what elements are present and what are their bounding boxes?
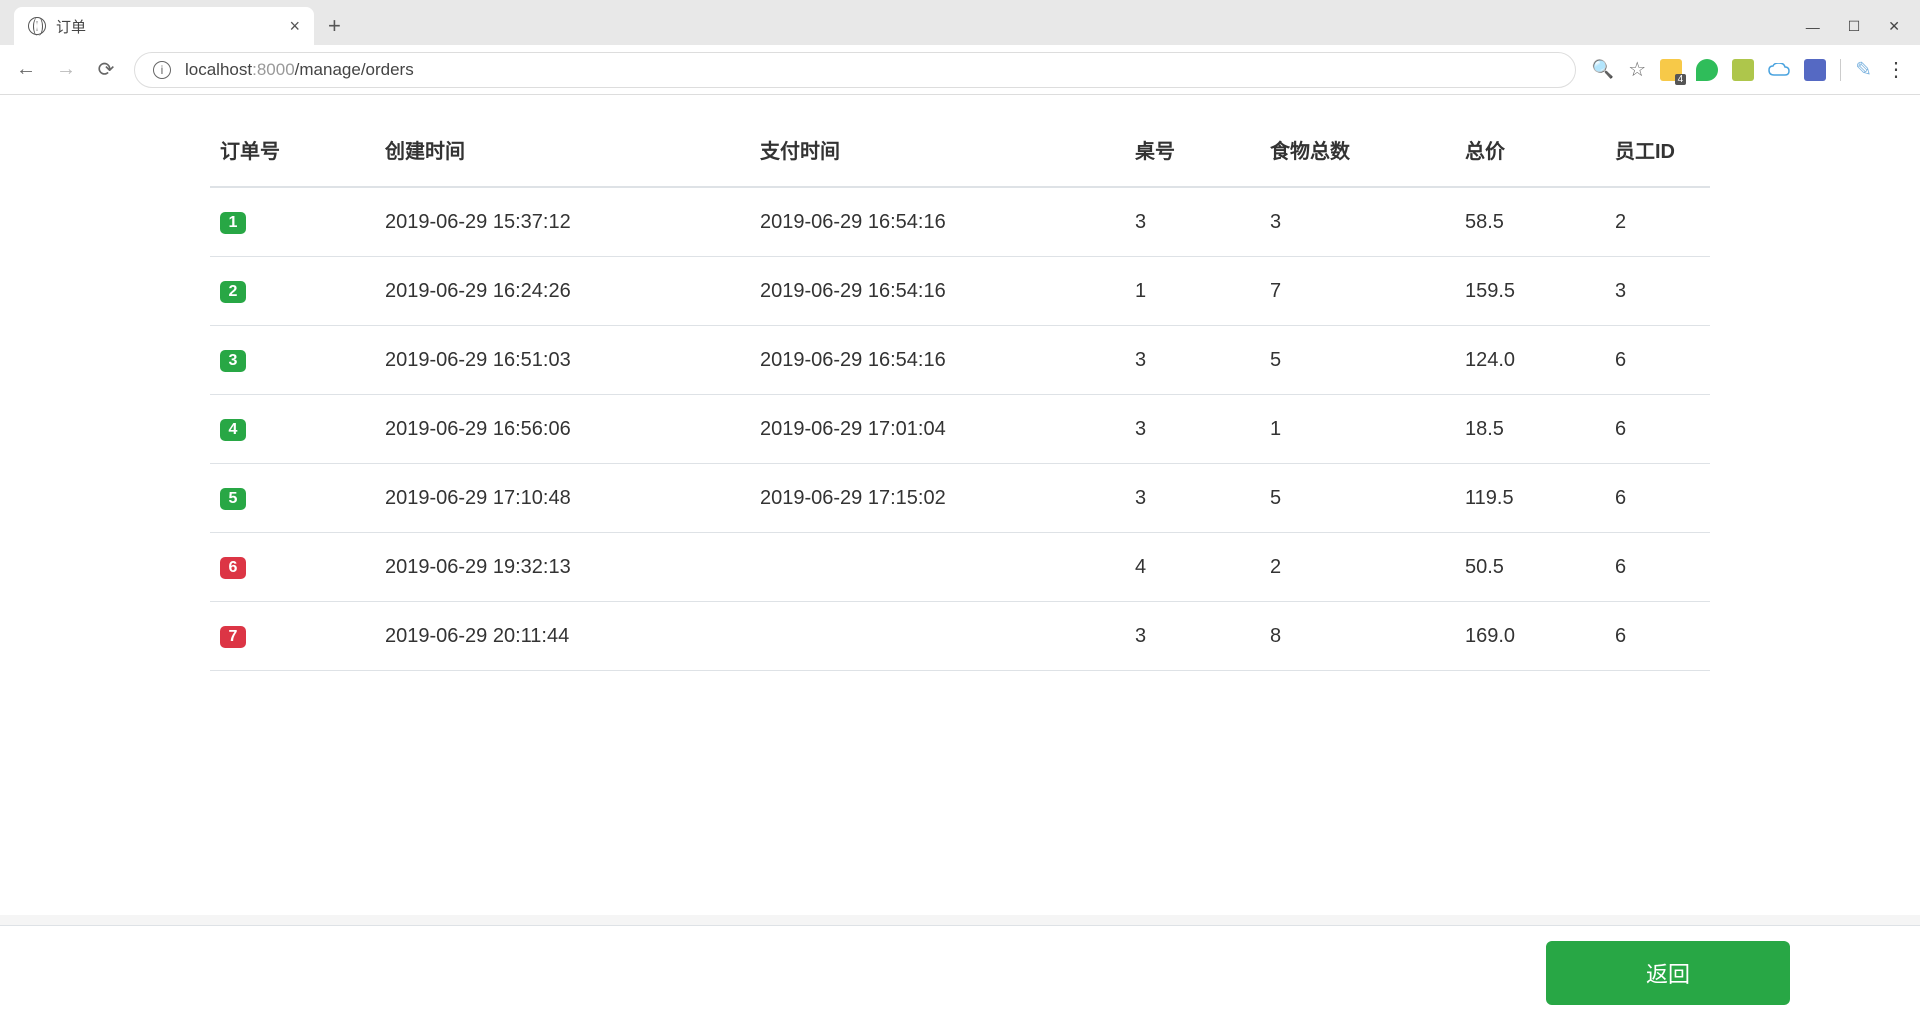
cell-food-total: 5 bbox=[1260, 464, 1455, 533]
cell-food-total: 7 bbox=[1260, 257, 1455, 326]
order-id-badge: 4 bbox=[220, 419, 246, 441]
table-row[interactable]: 12019-06-29 15:37:122019-06-29 16:54:163… bbox=[210, 187, 1710, 257]
table-row[interactable]: 5 2019-06-29 17:10:482019-06-29 17:15:023… bbox=[210, 464, 1710, 533]
cell-created: 2019-06-29 16:24:26 bbox=[375, 257, 750, 326]
browser-tab[interactable]: 订单 × bbox=[14, 7, 314, 45]
back-button[interactable]: ← bbox=[14, 58, 38, 81]
browser-toolbar: ← → ⟳ i localhost:8000/manage/orders 🔍 ☆… bbox=[0, 45, 1920, 95]
cell-price: 124.0 bbox=[1455, 326, 1605, 395]
extension-translate-icon[interactable]: 4 bbox=[1660, 59, 1682, 81]
table-row[interactable]: 7 2019-06-29 20:11:44 38169.06 bbox=[210, 602, 1710, 671]
order-id-badge: 1 bbox=[220, 212, 246, 234]
order-id-badge: 5 bbox=[220, 488, 246, 510]
cell-paid: 2019-06-29 16:54:16 bbox=[750, 257, 1125, 326]
window-close-icon[interactable]: ✕ bbox=[1888, 18, 1900, 35]
col-header-paid: 支付时间 bbox=[750, 113, 1125, 187]
order-id-badge: 2 bbox=[220, 281, 246, 303]
cell-paid: 2019-06-29 16:54:16 bbox=[750, 187, 1125, 257]
extension-evernote-icon[interactable] bbox=[1696, 59, 1718, 81]
cell-price: 58.5 bbox=[1455, 187, 1605, 257]
toolbar-right: 🔍 ☆ 4 ✎ ⋮ bbox=[1592, 57, 1906, 82]
extension-cloud-icon[interactable] bbox=[1768, 59, 1790, 81]
order-id-badge: 3 bbox=[220, 350, 246, 372]
cell-paid: 2019-06-29 17:15:02 bbox=[750, 464, 1125, 533]
forward-button[interactable]: → bbox=[54, 58, 78, 81]
page-content: 订单号 创建时间 支付时间 桌号 食物总数 总价 员工ID 12019-06-2… bbox=[0, 95, 1920, 915]
url-text: localhost:8000/manage/orders bbox=[185, 60, 414, 80]
footer-bar: 返回 bbox=[0, 925, 1920, 1020]
cell-food-total: 2 bbox=[1260, 533, 1455, 602]
col-header-employee: 员工ID bbox=[1605, 113, 1710, 187]
cell-price: 18.5 bbox=[1455, 395, 1605, 464]
table-row[interactable]: 4 2019-06-29 16:56:062019-06-29 17:01:043… bbox=[210, 395, 1710, 464]
col-header-table-no: 桌号 bbox=[1125, 113, 1260, 187]
cell-paid: 2019-06-29 17:01:04 bbox=[750, 395, 1125, 464]
order-id-badge: 7 bbox=[220, 626, 246, 648]
extension-blue-icon[interactable] bbox=[1804, 59, 1826, 81]
cell-table-no: 1 bbox=[1125, 257, 1260, 326]
browser-menu-icon[interactable]: ⋮ bbox=[1886, 57, 1906, 82]
close-tab-icon[interactable]: × bbox=[289, 16, 300, 37]
tab-title: 订单 bbox=[56, 16, 279, 37]
cell-table-no: 3 bbox=[1125, 187, 1260, 257]
col-header-food-total: 食物总数 bbox=[1260, 113, 1455, 187]
cell-employee: 2 bbox=[1605, 187, 1710, 257]
cell-food-total: 1 bbox=[1260, 395, 1455, 464]
cell-table-no: 3 bbox=[1125, 395, 1260, 464]
cell-food-total: 5 bbox=[1260, 326, 1455, 395]
table-row[interactable]: 32019-06-29 16:51:032019-06-29 16:54:163… bbox=[210, 326, 1710, 395]
order-id-badge: 6 bbox=[220, 557, 246, 579]
cell-created: 2019-06-29 17:10:48 bbox=[375, 464, 750, 533]
cell-price: 169.0 bbox=[1455, 602, 1605, 671]
col-header-created: 创建时间 bbox=[375, 113, 750, 187]
window-minimize-icon[interactable]: — bbox=[1806, 19, 1820, 35]
cell-created: 2019-06-29 16:51:03 bbox=[375, 326, 750, 395]
address-bar[interactable]: i localhost:8000/manage/orders bbox=[134, 52, 1576, 88]
cell-price: 159.5 bbox=[1455, 257, 1605, 326]
zoom-icon[interactable]: 🔍 bbox=[1592, 59, 1614, 80]
cell-paid bbox=[750, 602, 1125, 671]
cell-created: 2019-06-29 16:56:06 bbox=[375, 395, 750, 464]
table-header-row: 订单号 创建时间 支付时间 桌号 食物总数 总价 员工ID bbox=[210, 113, 1710, 187]
cell-employee: 3 bbox=[1605, 257, 1710, 326]
orders-table: 订单号 创建时间 支付时间 桌号 食物总数 总价 员工ID 12019-06-2… bbox=[210, 113, 1710, 671]
cell-employee: 6 bbox=[1605, 602, 1710, 671]
return-button[interactable]: 返回 bbox=[1546, 941, 1790, 1005]
cell-food-total: 8 bbox=[1260, 602, 1455, 671]
cell-employee: 6 bbox=[1605, 533, 1710, 602]
extension-green-icon[interactable] bbox=[1732, 59, 1754, 81]
window-controls: — ☐ ✕ bbox=[1806, 18, 1912, 45]
cell-table-no: 3 bbox=[1125, 464, 1260, 533]
bookmark-star-icon[interactable]: ☆ bbox=[1628, 57, 1646, 82]
cell-employee: 6 bbox=[1605, 464, 1710, 533]
cell-created: 2019-06-29 15:37:12 bbox=[375, 187, 750, 257]
extension-feather-icon[interactable]: ✎ bbox=[1855, 57, 1872, 82]
window-maximize-icon[interactable]: ☐ bbox=[1848, 18, 1861, 35]
reload-button[interactable]: ⟳ bbox=[94, 57, 118, 82]
cell-employee: 6 bbox=[1605, 326, 1710, 395]
cell-table-no: 4 bbox=[1125, 533, 1260, 602]
site-info-icon[interactable]: i bbox=[153, 61, 171, 79]
cell-employee: 6 bbox=[1605, 395, 1710, 464]
table-row[interactable]: 62019-06-29 19:32:134250.56 bbox=[210, 533, 1710, 602]
browser-tab-strip: 订单 × + — ☐ ✕ bbox=[0, 0, 1920, 45]
toolbar-separator bbox=[1840, 59, 1841, 81]
cell-table-no: 3 bbox=[1125, 602, 1260, 671]
cell-paid bbox=[750, 533, 1125, 602]
col-header-price: 总价 bbox=[1455, 113, 1605, 187]
table-row[interactable]: 22019-06-29 16:24:262019-06-29 16:54:161… bbox=[210, 257, 1710, 326]
globe-icon bbox=[28, 17, 46, 35]
cell-price: 119.5 bbox=[1455, 464, 1605, 533]
cell-created: 2019-06-29 20:11:44 bbox=[375, 602, 750, 671]
cell-food-total: 3 bbox=[1260, 187, 1455, 257]
new-tab-button[interactable]: + bbox=[314, 7, 355, 45]
cell-table-no: 3 bbox=[1125, 326, 1260, 395]
col-header-order-id: 订单号 bbox=[210, 113, 375, 187]
cell-created: 2019-06-29 19:32:13 bbox=[375, 533, 750, 602]
cell-paid: 2019-06-29 16:54:16 bbox=[750, 326, 1125, 395]
cell-price: 50.5 bbox=[1455, 533, 1605, 602]
